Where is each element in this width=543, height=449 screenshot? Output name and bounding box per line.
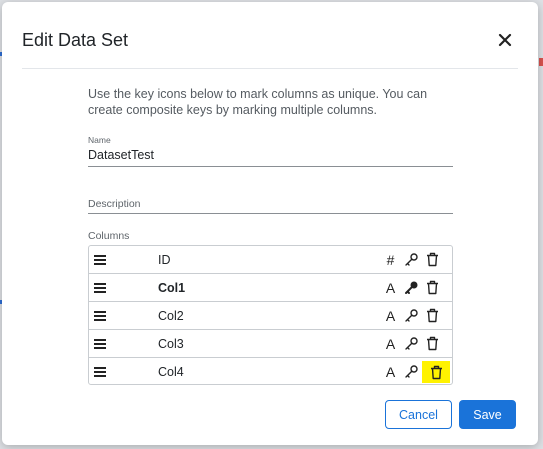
key-outline-icon[interactable] (404, 308, 419, 323)
column-name: Col3 (158, 337, 184, 351)
save-button[interactable]: Save (459, 400, 516, 429)
description-underline (88, 213, 453, 214)
name-underline (88, 166, 453, 167)
column-row: Col1 A (89, 274, 452, 302)
key-filled-icon[interactable] (404, 280, 419, 295)
intro-text: Use the key icons below to mark columns … (88, 87, 428, 117)
trash-icon[interactable] (422, 361, 450, 383)
column-row: Col3 A (89, 330, 452, 358)
trash-icon[interactable] (425, 308, 440, 323)
background-accent (539, 58, 543, 66)
column-row: ID # (89, 246, 452, 274)
trash-icon[interactable] (425, 336, 440, 351)
trash-icon[interactable] (425, 252, 440, 267)
columns-table: ID # Col1 A Col2 A Col3 A Col4 A (88, 245, 453, 385)
key-outline-icon[interactable] (404, 336, 419, 351)
trash-icon[interactable] (425, 280, 440, 295)
column-name: ID (158, 253, 171, 267)
drag-handle-icon[interactable] (94, 339, 106, 349)
header-divider (22, 68, 518, 69)
column-name: Col2 (158, 309, 184, 323)
name-field[interactable] (88, 146, 452, 164)
column-row: Col2 A (89, 302, 452, 330)
drag-handle-icon[interactable] (94, 283, 106, 293)
column-name: Col4 (158, 365, 184, 379)
cancel-button[interactable]: Cancel (385, 400, 452, 429)
drag-handle-icon[interactable] (94, 367, 106, 377)
text-type-icon: A (385, 363, 396, 380)
text-type-icon: A (385, 279, 396, 296)
drag-handle-icon[interactable] (94, 311, 106, 321)
columns-label: Columns (88, 230, 130, 242)
column-row: Col4 A (89, 358, 452, 386)
description-field[interactable] (88, 196, 452, 212)
key-outline-icon[interactable] (404, 252, 419, 267)
column-name: Col1 (158, 281, 186, 295)
drag-handle-icon[interactable] (94, 255, 106, 265)
close-icon[interactable] (496, 31, 514, 49)
key-outline-icon[interactable] (404, 364, 419, 379)
number-type-icon: # (386, 251, 395, 268)
text-type-icon: A (385, 335, 396, 352)
name-label: Name (88, 135, 111, 145)
edit-dataset-dialog: Edit Data Set Use the key icons below to… (2, 2, 538, 445)
dialog-title: Edit Data Set (22, 30, 129, 50)
text-type-icon: A (385, 307, 396, 324)
